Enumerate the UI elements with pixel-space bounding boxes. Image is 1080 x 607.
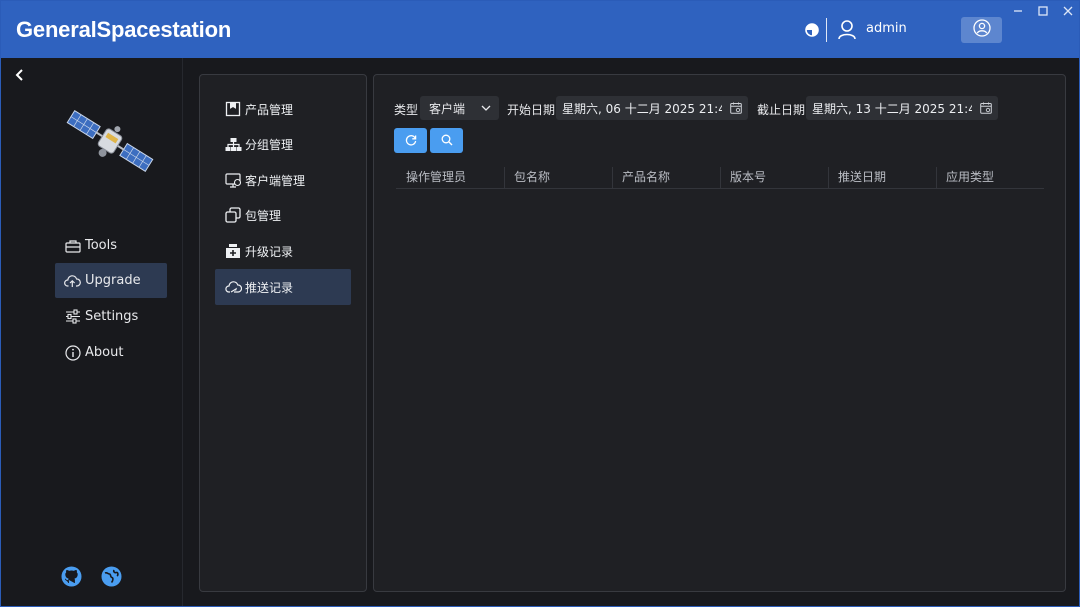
sidebar-item-label: Upgrade	[85, 273, 141, 288]
toolbox-icon	[64, 237, 81, 254]
upgrade-box-icon	[224, 242, 242, 260]
cloud-push-icon	[224, 278, 242, 296]
type-select-value: 客户端	[429, 101, 466, 116]
subnav-item-packages[interactable]: 包管理	[215, 197, 351, 233]
start-date-picker[interactable]: 星期六, 06 十二月 2025 21:40:3	[556, 96, 748, 120]
sidebar-item-settings[interactable]: Settings	[55, 299, 167, 334]
titlebar-divider	[826, 18, 827, 42]
app-window: GeneralSpacestation admin Tools Upgrade …	[0, 0, 1080, 607]
maximize-button[interactable]	[1033, 4, 1053, 20]
close-icon	[1063, 6, 1073, 19]
column-header-version[interactable]: 版本号	[720, 164, 828, 189]
group-tree-icon	[224, 135, 242, 153]
subnav-item-clients[interactable]: 客户端管理	[215, 162, 351, 198]
maximize-icon	[1038, 5, 1048, 19]
subnav-item-label: 分组管理	[245, 137, 294, 152]
column-header-product-name[interactable]: 产品名称	[612, 164, 720, 189]
push-records-table-header: 操作管理员 包名称 产品名称 版本号 推送日期 应用类型	[396, 164, 1044, 189]
end-date-label: 截止日期	[757, 103, 806, 117]
subnav-item-upgrade-records[interactable]: 升级记录	[215, 233, 351, 269]
column-header-package-name[interactable]: 包名称	[504, 164, 612, 189]
subnav-item-push-records[interactable]: 推送记录	[215, 269, 351, 305]
search-button[interactable]	[430, 128, 463, 153]
account-circle-icon	[972, 19, 991, 41]
start-date-label: 开始日期	[507, 103, 556, 117]
globe-icon[interactable]	[101, 566, 122, 587]
info-icon	[64, 344, 81, 361]
subnav-item-label: 客户端管理	[245, 173, 306, 188]
subnav-item-groups[interactable]: 分组管理	[215, 126, 351, 162]
app-title: GeneralSpacestation	[16, 17, 232, 42]
username[interactable]: admin	[866, 21, 907, 36]
client-monitor-icon	[224, 171, 242, 189]
end-date-picker[interactable]: 星期六, 13 十二月 2025 21:40:3	[806, 96, 998, 120]
sliders-icon	[64, 308, 81, 325]
package-copy-icon	[224, 206, 242, 224]
sidebar: Tools Upgrade Settings About	[1, 58, 183, 606]
type-label: 类型	[394, 103, 419, 117]
subnav-item-label: 升级记录	[245, 244, 294, 259]
theme-toggle-icon[interactable]	[805, 22, 819, 37]
search-icon	[441, 131, 453, 150]
subnav-item-label: 推送记录	[245, 280, 294, 295]
sidebar-item-about[interactable]: About	[55, 335, 167, 370]
calendar-icon[interactable]	[730, 102, 742, 114]
refresh-icon	[405, 131, 417, 150]
type-select[interactable]: 客户端	[420, 96, 499, 120]
close-button[interactable]	[1058, 4, 1078, 20]
subnav-item-label: 产品管理	[245, 102, 294, 117]
end-date-value: 星期六, 13 十二月 2025 21:40:3	[812, 101, 972, 116]
minimize-icon	[1013, 6, 1023, 19]
push-records-panel: 类型 客户端 开始日期 星期六, 06 十二月 2025 21:40:3 截止日…	[373, 74, 1066, 592]
github-icon[interactable]	[61, 566, 82, 587]
refresh-button[interactable]	[394, 128, 427, 153]
minimize-button[interactable]	[1008, 4, 1028, 20]
sidebar-item-label: About	[85, 345, 124, 360]
column-header-operator[interactable]: 操作管理员	[396, 164, 504, 189]
column-header-app-type[interactable]: 应用类型	[936, 164, 1044, 189]
sidebar-item-tools[interactable]: Tools	[55, 228, 167, 263]
secondary-nav-panel: 产品管理 分组管理 客户端管理 包管理 升级记录 推送记录	[199, 74, 367, 592]
column-header-push-date[interactable]: 推送日期	[828, 164, 936, 189]
subnav-item-label: 包管理	[245, 208, 282, 223]
sidebar-item-label: Tools	[85, 238, 118, 253]
start-date-value: 星期六, 06 十二月 2025 21:40:3	[562, 101, 722, 116]
calendar-icon[interactable]	[980, 102, 992, 114]
back-chevron-icon[interactable]	[14, 67, 26, 81]
account-button[interactable]	[961, 17, 1002, 43]
satellite-logo	[63, 106, 158, 176]
cloud-upload-icon	[64, 272, 81, 289]
product-box-icon	[224, 100, 242, 118]
sidebar-item-upgrade[interactable]: Upgrade	[55, 263, 167, 298]
subnav-item-products[interactable]: 产品管理	[215, 91, 351, 127]
title-bar: GeneralSpacestation admin	[1, 1, 1079, 58]
user-icon	[837, 19, 857, 41]
chevron-down-icon	[481, 102, 491, 112]
sidebar-item-label: Settings	[85, 309, 139, 324]
